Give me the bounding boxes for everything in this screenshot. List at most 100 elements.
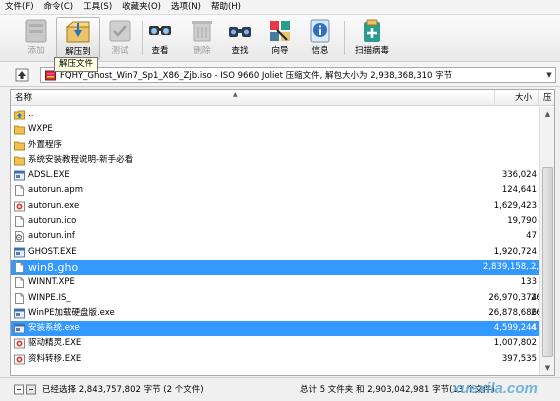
status-selection: 已经选择 2,843,757,802 字节 (2 个文件) <box>14 383 204 395</box>
file-name: 安装系统.exe <box>28 323 80 334</box>
file-name: autorun.ico <box>28 216 77 227</box>
folder-row[interactable]: 系统安装教程说明-新手必看 <box>11 153 539 168</box>
list-header: 名称 ▲ 大小 压 <box>11 90 554 106</box>
file-size: 1,920,724 <box>493 246 537 257</box>
file-name: 资料转移.EXE <box>28 353 82 364</box>
file-size: 1,629,423 <box>493 200 537 211</box>
menu-tools[interactable]: 工具(S) <box>78 0 117 15</box>
info-icon <box>306 17 334 45</box>
file-name: WinPE加载硬盘版.exe <box>28 307 115 318</box>
file-icon <box>15 292 24 304</box>
file-name: WINPE.IS_ <box>28 292 71 303</box>
menu-favorites[interactable]: 收藏夹(O) <box>117 0 166 15</box>
file-name: ADSL.EXE <box>28 170 70 181</box>
exe-file-icon <box>14 308 25 319</box>
file-name: .. <box>28 109 34 119</box>
file-size: 397,535 <box>501 353 537 364</box>
scroll-down-icon[interactable]: ▼ <box>540 361 554 375</box>
file-name: GHOST.EXE <box>28 246 77 257</box>
file-row[interactable]: 资料转移.EXE 397,535 <box>11 352 539 367</box>
folder-icon <box>14 141 25 151</box>
view-icon <box>146 17 174 45</box>
extract-to-icon <box>64 18 92 46</box>
file-rows: .. WXPE 外置程序 系统安装教程说明-新手必看 ADSL.EXE 336,024 au… <box>11 107 545 367</box>
exe-file-icon <box>14 247 25 258</box>
vertical-scrollbar[interactable]: ▲ ▼ <box>539 107 554 375</box>
menu-bar: 文件(F) 命令(C) 工具(S) 收藏夹(O) 选项(N) 帮助(H) <box>0 0 560 15</box>
file-row[interactable]: win8.gho 2,839,158,... 2,8 <box>11 259 545 276</box>
find-button[interactable]: 查找 <box>218 17 262 60</box>
menu-command[interactable]: 命令(C) <box>39 0 79 15</box>
test-icon <box>106 17 134 45</box>
exe-file-icon <box>14 338 25 349</box>
file-icon <box>15 216 24 228</box>
wizard-button[interactable]: 向导 <box>258 17 302 60</box>
file-size: 19,790 <box>507 216 537 227</box>
info-button[interactable]: 信息 <box>298 17 342 60</box>
file-name: win8.gho <box>28 260 79 274</box>
file-row[interactable]: WINPE.IS_ 26,970,374 26 <box>11 291 542 306</box>
menu-file[interactable]: 文件(F) <box>0 0 39 15</box>
file-row[interactable]: autorun.exe 1,629,423 <box>11 199 539 214</box>
parent-folder-row[interactable]: .. <box>11 107 539 122</box>
chevron-down-icon[interactable]: ▼ <box>543 71 555 79</box>
file-size: 1,007,802 <box>493 338 537 349</box>
watermark: xuexila.com <box>452 380 538 397</box>
find-icon <box>226 17 254 45</box>
path-text: FQHY_Ghost_Win7_Sp1_X86_Zjb.iso - ISO 96… <box>60 71 453 81</box>
delete-icon <box>188 17 216 45</box>
status-icons <box>14 384 36 394</box>
folder-icon <box>14 125 25 135</box>
parent-folder-icon <box>14 110 25 120</box>
file-row[interactable]: autorun.apm 124,641 <box>11 183 539 198</box>
file-size: 2,839,158,... <box>482 261 537 272</box>
extract-to-button[interactable]: 解压到 <box>56 17 100 60</box>
file-size: 47 <box>526 231 537 242</box>
file-name: 系统安装教程说明-新手必看 <box>28 154 134 165</box>
file-row[interactable]: 驱动精灵.EXE 1,007,802 <box>11 336 539 351</box>
scroll-up-icon[interactable]: ▲ <box>540 107 554 121</box>
up-folder-button[interactable] <box>14 68 30 82</box>
wizard-icon <box>266 17 294 45</box>
file-row[interactable]: autorun.inf 47 <box>11 229 539 244</box>
exe-file-icon <box>14 201 25 212</box>
file-row[interactable]: WinPE加载硬盘版.exe 26,878,686 26 <box>11 306 542 321</box>
path-field[interactable]: FQHY_Ghost_Win7_Sp1_X86_Zjb.iso - ISO 96… <box>40 67 556 83</box>
menu-help[interactable]: 帮助(H) <box>206 0 246 15</box>
file-name: 驱动精灵.EXE <box>28 338 82 349</box>
column-size-header[interactable]: 大小 <box>495 90 539 106</box>
status-bar: 已经选择 2,843,757,802 字节 (2 个文件) 总计 5 文件夹 和… <box>0 377 560 401</box>
file-name: autorun.exe <box>28 200 80 211</box>
file-row[interactable]: ADSL.EXE 336,024 <box>11 168 539 183</box>
column-packed-header[interactable]: 压 <box>539 90 554 106</box>
virus-scan-icon <box>358 17 386 45</box>
view-button[interactable]: 查看 <box>138 17 182 60</box>
toolbar-separator <box>344 21 345 55</box>
file-name: autorun.apm <box>28 185 83 196</box>
settings-file-icon <box>15 231 24 243</box>
file-row[interactable]: WINNT.XPE 133 <box>11 275 539 290</box>
file-name: 外置程序 <box>28 139 63 150</box>
file-list: 名称 ▲ 大小 压 .. WXPE 外置程序系统安装教程说明-新手必看 ADSL.EX… <box>10 89 555 376</box>
column-name-header[interactable]: 名称 <box>11 90 495 106</box>
add-button[interactable]: 添加 <box>14 17 58 60</box>
test-button[interactable]: 测试 <box>98 17 142 60</box>
folder-icon <box>14 156 25 166</box>
file-row[interactable]: GHOST.EXE 1,920,724 <box>11 245 539 260</box>
up-arrow-icon <box>15 68 29 82</box>
file-size: 26,878,686 <box>488 307 537 318</box>
scroll-thumb[interactable] <box>542 167 553 357</box>
file-name: autorun.inf <box>28 231 75 242</box>
virus-scan-button[interactable]: 扫描病毒 <box>346 17 398 60</box>
sort-arrow-icon: ▲ <box>233 91 238 98</box>
file-row[interactable]: autorun.ico 19,790 <box>11 214 539 229</box>
file-size: 26,970,374 <box>488 292 537 303</box>
folder-row[interactable]: 外置程序 <box>11 138 539 153</box>
file-icon <box>15 261 24 273</box>
menu-options[interactable]: 选项(N) <box>166 0 206 15</box>
folder-row[interactable]: WXPE <box>11 122 539 137</box>
file-row[interactable]: 安装系统.exe 4,599,244 4 <box>11 321 539 337</box>
exe-file-icon <box>14 323 25 334</box>
file-icon <box>15 185 24 197</box>
exe-file-icon <box>14 354 25 365</box>
